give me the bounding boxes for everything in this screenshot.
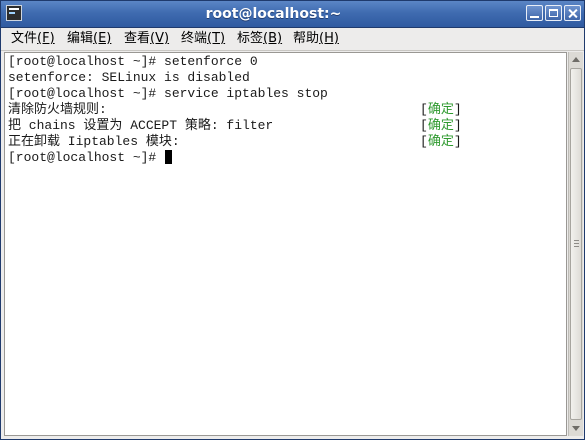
status-ok: [确定] xyxy=(420,134,462,150)
terminal-output[interactable]: [root@localhost ~]# setenforce 0 setenfo… xyxy=(4,52,567,436)
terminal-line: setenforce: SELinux is disabled xyxy=(8,70,250,85)
menu-edit-label: 编辑 xyxy=(67,31,94,46)
menu-terminal-label: 终端 xyxy=(181,31,208,46)
menu-view-label: 查看 xyxy=(124,31,151,46)
terminal-line: 把 chains 设置为 ACCEPT 策略: filter xyxy=(8,118,274,133)
prompt-line: [root@localhost ~]# xyxy=(8,150,173,166)
titlebar[interactable]: root@localhost:~ xyxy=(1,1,584,28)
status-bracket-open: [ xyxy=(420,134,428,149)
menu-help-mnemonic: (H) xyxy=(319,31,339,46)
scroll-up-icon[interactable] xyxy=(569,53,583,67)
menu-edit[interactable]: 编辑(E) xyxy=(67,28,111,50)
menu-bar: 文件(F) 编辑(E) 查看(V) 终端(T) 标签(B) 帮助(H) xyxy=(1,28,584,51)
scroll-grip-icon xyxy=(574,240,579,241)
status-ok-text: 确定 xyxy=(427,118,454,133)
prompt-text: [root@localhost ~]# xyxy=(8,150,165,165)
scroll-grip-icon xyxy=(574,243,579,244)
menu-tabs-mnemonic: (B) xyxy=(263,31,283,46)
menu-file-mnemonic: (F) xyxy=(37,31,55,46)
terminal-window: root@localhost:~ 文件(F) 编辑(E) 查看(V) 终端(T)… xyxy=(0,0,585,440)
menu-help[interactable]: 帮助(H) xyxy=(293,28,339,50)
scroll-down-icon[interactable] xyxy=(569,421,583,435)
close-icon[interactable] xyxy=(564,5,581,21)
menu-file-label: 文件 xyxy=(11,31,38,46)
menu-view-mnemonic: (V) xyxy=(150,31,170,46)
terminal-line: 正在卸载 Iiptables 模块: xyxy=(8,134,180,149)
terminal-line: [root@localhost ~]# setenforce 0 xyxy=(8,54,258,69)
menu-terminal[interactable]: 终端(T) xyxy=(181,28,225,50)
text-cursor xyxy=(165,150,173,164)
menu-tabs[interactable]: 标签(B) xyxy=(237,28,282,50)
scroll-thumb[interactable] xyxy=(570,68,582,420)
menu-edit-mnemonic: (E) xyxy=(93,31,112,46)
menu-tabs-label: 标签 xyxy=(237,31,264,46)
menu-view[interactable]: 查看(V) xyxy=(124,28,169,50)
status-bracket-close: ] xyxy=(453,102,462,117)
terminal-line: 清除防火墙规则: xyxy=(8,102,107,117)
vertical-scrollbar[interactable] xyxy=(568,52,583,436)
status-bracket-close: ] xyxy=(453,118,462,133)
menu-file[interactable]: 文件(F) xyxy=(11,28,55,50)
menu-help-label: 帮助 xyxy=(293,31,320,46)
minimize-icon[interactable] xyxy=(526,5,543,21)
menu-terminal-mnemonic: (T) xyxy=(207,31,226,46)
maximize-icon[interactable] xyxy=(545,5,562,21)
status-ok-text: 确定 xyxy=(427,134,454,149)
status-bracket-open: [ xyxy=(420,118,428,133)
status-ok: [确定] xyxy=(420,118,462,134)
status-ok: [确定] xyxy=(420,102,462,118)
status-bracket-close: ] xyxy=(453,134,462,149)
status-bracket-open: [ xyxy=(420,102,428,117)
scroll-grip-icon xyxy=(574,246,579,247)
terminal-line: [root@localhost ~]# service iptables sto… xyxy=(8,86,328,101)
status-ok-text: 确定 xyxy=(427,102,454,117)
window-title: root@localhost:~ xyxy=(205,6,342,22)
